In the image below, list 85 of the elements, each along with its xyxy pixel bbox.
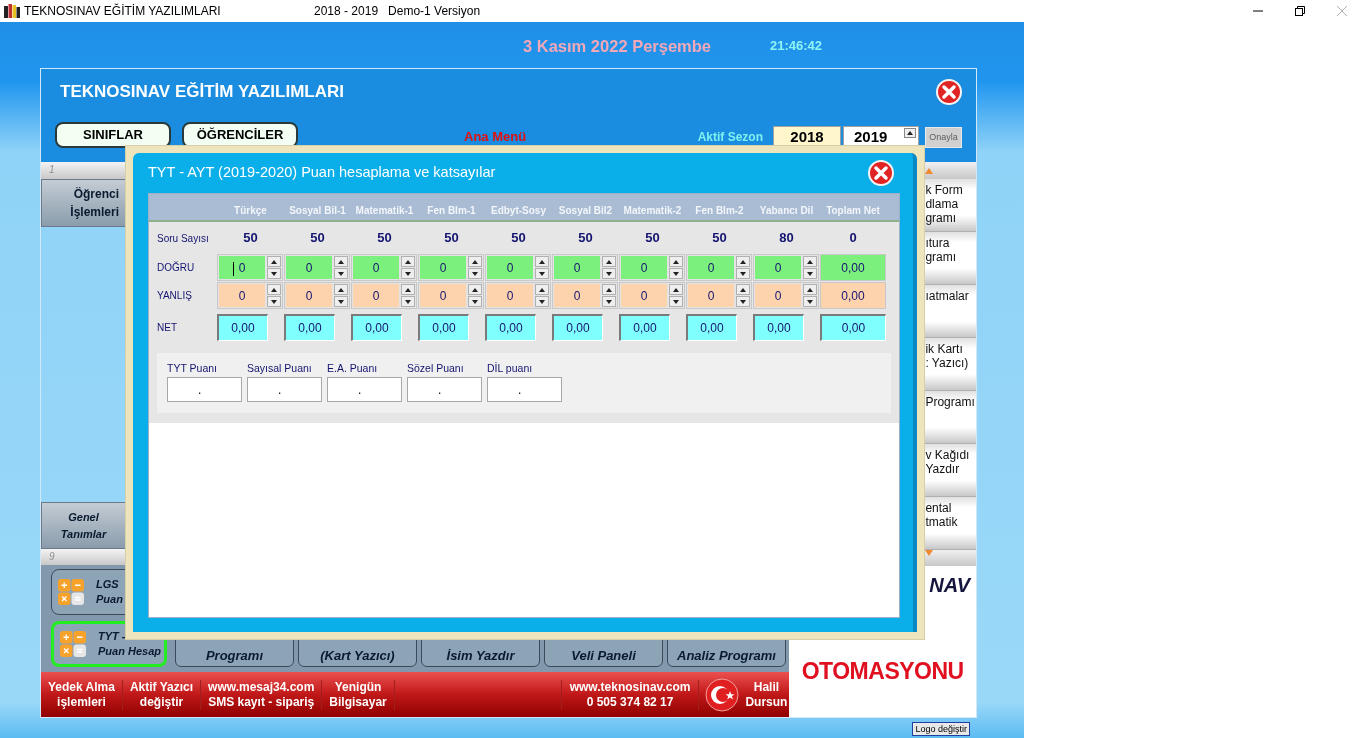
row-label: DOĞRU <box>156 260 196 275</box>
column-header: Fen Blm-2 <box>694 204 745 218</box>
program-button[interactable]: Programı <box>175 639 294 667</box>
score-field[interactable]: . <box>247 377 322 402</box>
question-count: 50 <box>443 229 460 248</box>
question-count: 50 <box>376 229 393 248</box>
column-header: Toplam Net <box>825 204 881 218</box>
column-header: Yabancı Dil <box>758 204 815 218</box>
column-header: Matematik-2 <box>622 204 683 218</box>
nav-button[interactable]: ÖĞRENCİLER <box>182 122 298 148</box>
program-button[interactable]: Analiz Programı <box>667 639 786 667</box>
score-field[interactable]: . <box>167 377 242 402</box>
net-field: 0,00 <box>552 314 603 341</box>
menu-tile[interactable]: Öğrenci İşlemleri <box>41 179 126 227</box>
season-end-field[interactable]: 2019 <box>843 126 919 148</box>
question-count: 50 <box>711 229 728 248</box>
question-count: 50 <box>242 229 259 248</box>
total-field: 0,00 <box>820 282 886 309</box>
score-label: TYT Puanı <box>167 361 218 376</box>
score-label: Sayısal Puanı <box>247 361 313 376</box>
row-label: Soru Sayısı <box>156 231 210 246</box>
app-title: TEKNOSINAV EĞİTİM YAZILIMLARI <box>24 2 222 20</box>
section-strip: 9 <box>41 549 126 565</box>
confirm-button[interactable]: Onayla <box>925 127 962 148</box>
column-header: Sosyal Bil-1 <box>288 204 347 218</box>
calculator-icon <box>60 631 86 657</box>
question-count: 50 <box>644 229 661 248</box>
column-header: Matematik-1 <box>354 204 415 218</box>
nav-button[interactable]: SINIFLAR <box>55 122 171 148</box>
triangle-icon <box>925 167 934 174</box>
question-count: 50 <box>577 229 594 248</box>
net-field: 0,00 <box>284 314 335 341</box>
column-header: Türkçe <box>233 204 268 218</box>
question-count: 0 <box>848 229 858 248</box>
net-field: 0,00 <box>753 314 804 341</box>
date-label: 3 Kasım 2022 Perşembe <box>523 35 713 57</box>
net-field: 0,00 <box>418 314 469 341</box>
version-label: 2018 - 2019 Demo-1 Versiyon <box>314 3 481 20</box>
score-field[interactable]: . <box>407 377 482 402</box>
season-start-field[interactable]: 2018 <box>773 126 841 148</box>
spin-up-icon[interactable] <box>904 128 916 138</box>
section-strip: 1 <box>41 162 126 179</box>
question-count: 50 <box>309 229 326 248</box>
score-label: E.A. Puanı <box>327 361 379 376</box>
restore-icon[interactable] <box>1294 5 1306 17</box>
question-count: 80 <box>778 229 795 248</box>
net-field: 0,00 <box>351 314 402 341</box>
column-header: Edbyt-Sosy <box>490 204 547 218</box>
net-field: 0,00 <box>485 314 536 341</box>
column-header: Sosyal Bil2 <box>557 204 614 218</box>
column-header: Fen Blm-1 <box>426 204 477 218</box>
logo-change-button[interactable]: Logo değiştir <box>912 722 970 736</box>
menu-tile[interactable]: Genel Tanımlar <box>41 502 126 549</box>
triangle-icon <box>925 550 934 556</box>
question-count: 50 <box>510 229 527 248</box>
total-field: 0,00 <box>820 254 886 281</box>
row-label: NET <box>156 321 178 335</box>
footer-link[interactable]: Aktif Yazıcı değiştir <box>122 679 202 710</box>
window-title: TEKNOSINAV EĞİTİM YAZILIMLARI <box>60 81 344 104</box>
net-field: 0,00 <box>820 314 886 341</box>
score-label: DİL puanı <box>487 361 534 376</box>
flag-logo-icon <box>705 677 740 712</box>
dialog-title: TYT - AYT (2019-2020) Puan hesaplama ve katsayılar <box>148 163 496 183</box>
program-button[interactable]: İsim Yazdır <box>421 639 540 667</box>
calculator-icon <box>58 579 84 605</box>
row-label: YANLIŞ <box>156 289 193 303</box>
score-label: Sözel Puanı <box>407 361 465 376</box>
score-field[interactable]: . <box>487 377 562 402</box>
logo-brand: NAV <box>929 573 970 598</box>
net-field: 0,00 <box>217 314 268 341</box>
score-field[interactable]: . <box>327 377 402 402</box>
contact-info: www.teknosinav.com 0 505 374 82 17 <box>560 679 700 710</box>
net-field: 0,00 <box>686 314 737 341</box>
program-button[interactable]: (Kart Yazıcı) <box>298 639 417 667</box>
menu-label: Ana Menü <box>464 127 527 146</box>
logo-tagline: OTOMASYONU <box>801 657 964 686</box>
clock-label: 21:46:42 <box>770 37 823 56</box>
books-icon <box>4 4 20 18</box>
season-label: Aktif Sezon <box>697 129 763 146</box>
footer-link[interactable]: Yedek Alma işlemleri <box>41 679 123 710</box>
program-button[interactable]: Veli Paneli <box>544 639 663 667</box>
net-field: 0,00 <box>619 314 670 341</box>
footer-link[interactable]: www.mesaj34.com SMS kayıt - sipariş <box>201 679 323 710</box>
footer-link[interactable]: Yenigün Bilgisayar <box>322 679 395 710</box>
author-name: Halil Dursun <box>745 679 789 710</box>
